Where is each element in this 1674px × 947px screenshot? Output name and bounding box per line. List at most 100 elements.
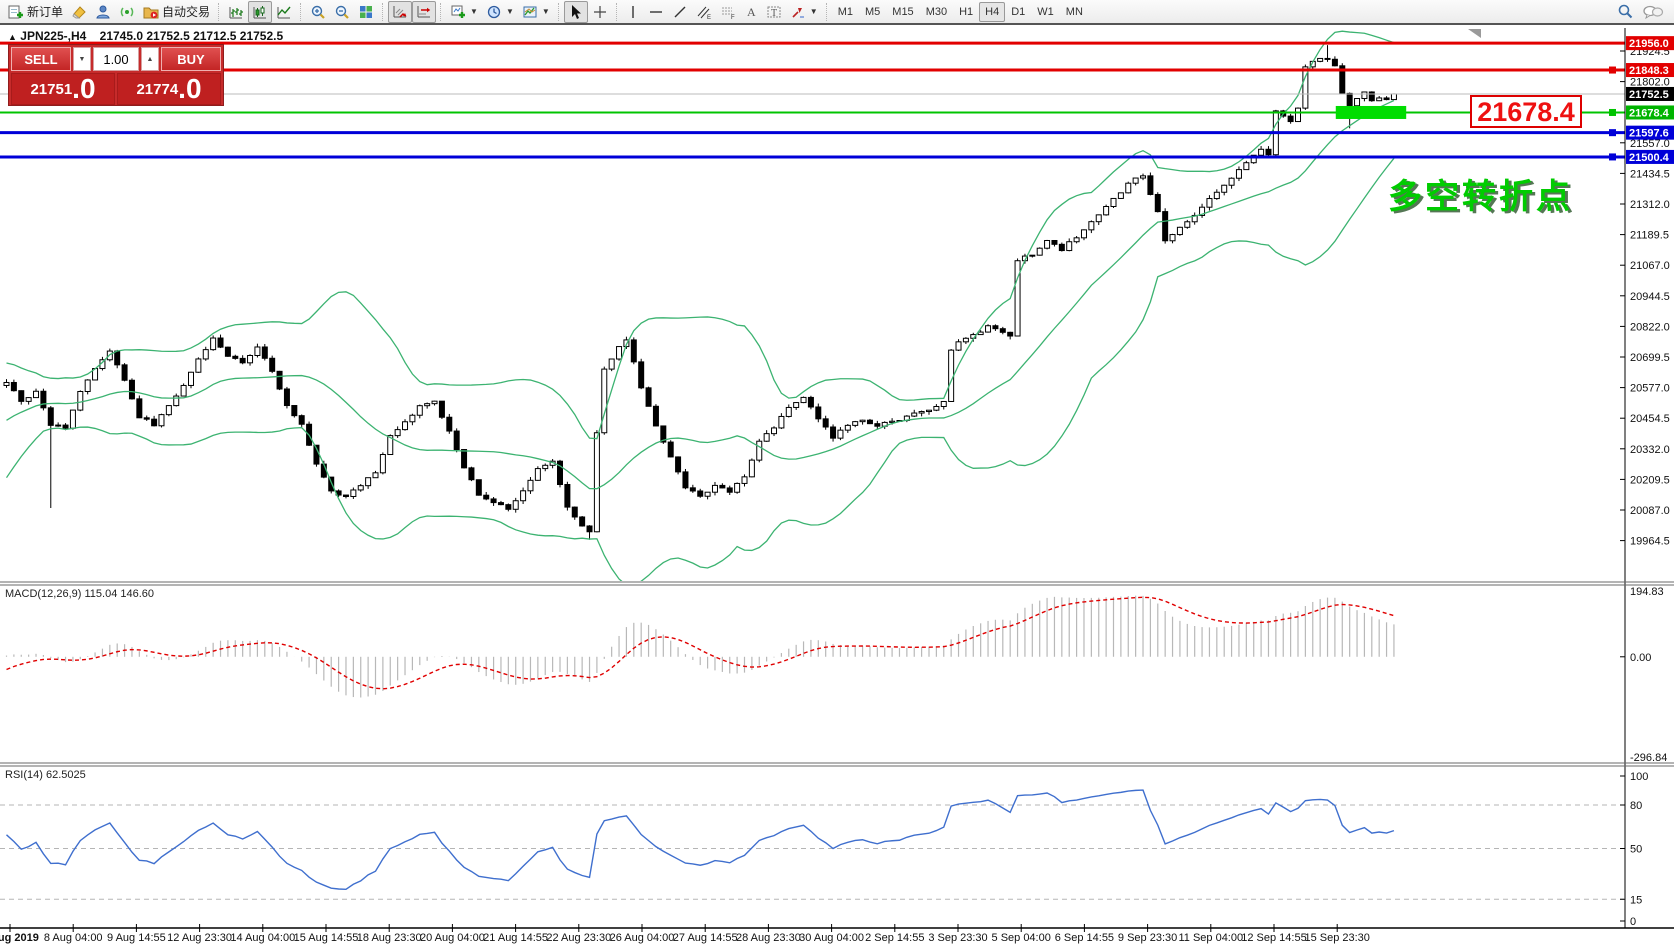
candlestick-button[interactable] xyxy=(248,0,273,23)
time-axis-label: 28 Aug 23:30 xyxy=(736,932,801,944)
toolbar-separator xyxy=(218,2,220,21)
volume-increase-button[interactable]: ▲ xyxy=(141,47,159,71)
timeframe-M1[interactable]: M1 xyxy=(832,2,859,22)
main-toolbar: 新订单 自动交易 ▼ ▼ ▼ E F A T ▼ M1 M5 M15 M30 H… xyxy=(0,0,1674,25)
channel-button[interactable]: E xyxy=(692,1,716,23)
price-tick-label: 20087.0 xyxy=(1630,505,1670,517)
rsi-axis-label: 0 xyxy=(1630,916,1636,928)
signal-button[interactable] xyxy=(115,1,139,23)
fibonacci-icon: F xyxy=(721,7,735,20)
time-axis-label: 6 Aug 2019 xyxy=(0,932,39,944)
price-level-badge: 21500.4 xyxy=(1629,152,1670,164)
tile-windows-button[interactable] xyxy=(354,1,378,23)
line-chart-button[interactable] xyxy=(272,1,296,23)
timeframe-M5[interactable]: M5 xyxy=(859,2,886,22)
buy-price-main: 21774 xyxy=(136,81,179,98)
time-axis-label: 8 Aug 04:00 xyxy=(44,932,103,944)
chat-icon[interactable] xyxy=(1642,4,1664,20)
turning-point-annotation: 多空转折点 xyxy=(1388,178,1573,216)
sell-price[interactable]: 21751 .0 xyxy=(11,73,115,105)
zoom-in-icon xyxy=(311,5,325,19)
macd-axis-label: 0.00 xyxy=(1630,652,1651,664)
autotrading-label: 自动交易 xyxy=(162,5,211,19)
text-icon: A xyxy=(747,5,756,19)
volume-input[interactable] xyxy=(93,47,139,71)
buy-price[interactable]: 21774 .0 xyxy=(117,73,221,105)
new-order-button[interactable]: 新订单 xyxy=(4,1,67,23)
text-label-button[interactable]: T xyxy=(762,1,786,23)
channel-icon: E xyxy=(697,6,711,20)
auto-scroll-icon xyxy=(393,5,407,18)
sell-button[interactable]: SELL xyxy=(11,47,71,71)
autotrading-button[interactable]: 自动交易 xyxy=(139,1,214,23)
fibonacci-button[interactable]: F xyxy=(716,1,740,23)
timeframe-H1[interactable]: H1 xyxy=(953,2,979,22)
trendline-icon xyxy=(674,6,686,17)
volume-decrease-button[interactable]: ▼ xyxy=(73,47,91,71)
macd-axis-label: -296.84 xyxy=(1630,752,1667,764)
price-tick-label: 20332.0 xyxy=(1630,444,1670,456)
rsi-label: RSI(14) 62.5025 xyxy=(5,769,86,781)
time-axis-label: 9 Aug 14:55 xyxy=(107,932,166,944)
price-tick-label: 20454.5 xyxy=(1630,413,1670,425)
buy-button[interactable]: BUY xyxy=(161,47,221,71)
chevron-down-icon: ▼ xyxy=(505,7,514,16)
arrows-button[interactable]: ▼ xyxy=(786,1,822,23)
time-axis-label: 3 Sep 23:30 xyxy=(928,932,987,944)
toolbar-right-icons xyxy=(1617,3,1670,20)
time-axis-label: 9 Sep 23:30 xyxy=(1118,932,1177,944)
cursor-button[interactable] xyxy=(563,0,588,23)
collapse-icon[interactable]: ▲ xyxy=(8,32,17,42)
new-chart-button[interactable]: ▼ xyxy=(446,1,482,23)
search-icon[interactable] xyxy=(1617,3,1634,20)
chevron-down-icon: ▼ xyxy=(470,7,478,16)
bar-chart-button[interactable] xyxy=(224,1,248,23)
timeframe-H4[interactable]: H4 xyxy=(979,1,1006,22)
price-chart-canvas[interactable]: 21924.521802.021557.021434.521312.021189… xyxy=(0,0,1674,947)
price-tick-label: 21067.0 xyxy=(1630,260,1670,272)
timeframe-MN[interactable]: MN xyxy=(1060,2,1089,22)
eraser-button[interactable] xyxy=(67,1,91,23)
horizontal-line-button[interactable] xyxy=(644,1,668,23)
template-icon xyxy=(523,6,537,17)
crosshair-button[interactable] xyxy=(588,1,612,23)
toolbar-separator xyxy=(382,2,384,21)
rsi-axis-label: 50 xyxy=(1630,844,1642,856)
text-button[interactable]: A xyxy=(740,1,762,23)
bar-chart-icon xyxy=(229,6,244,18)
ohlc-values: 21745.0 21752.5 21712.5 21752.5 xyxy=(99,29,284,43)
price-callout-label[interactable]: 21678.4 xyxy=(1470,95,1582,128)
trendline-button[interactable] xyxy=(668,1,692,23)
periods-button[interactable]: ▼ xyxy=(482,1,518,23)
toolbar-separator xyxy=(825,2,828,21)
timeframe-W1[interactable]: W1 xyxy=(1031,2,1060,22)
vertical-line-button[interactable] xyxy=(622,1,644,23)
time-axis-label: 26 Aug 04:00 xyxy=(610,932,675,944)
time-axis-label: 12 Sep 14:55 xyxy=(1241,932,1306,944)
time-axis-label: 18 Aug 23:30 xyxy=(357,932,422,944)
vertical-line-icon xyxy=(632,5,634,18)
price-level-badge: 21752.5 xyxy=(1629,89,1669,101)
price-tick-label: 20699.5 xyxy=(1630,352,1670,364)
time-axis-label: 15 Sep 23:30 xyxy=(1304,932,1369,944)
zoom-in-button[interactable] xyxy=(306,1,330,23)
timeframe-M15[interactable]: M15 xyxy=(886,2,919,22)
macd-name: MACD(12,26,9) xyxy=(5,588,82,600)
rsi-axis-label: 100 xyxy=(1630,771,1648,783)
timeframe-D1[interactable]: D1 xyxy=(1005,2,1031,22)
auto-scroll-button[interactable] xyxy=(388,0,413,23)
template-button[interactable]: ▼ xyxy=(518,1,554,23)
price-tick-label: 21312.0 xyxy=(1630,199,1670,211)
profile-button[interactable] xyxy=(91,1,115,23)
toolbar-separator xyxy=(300,2,302,21)
chart-shift-button[interactable] xyxy=(412,0,437,23)
timeframe-M30[interactable]: M30 xyxy=(920,2,953,22)
sell-price-main: 21751 xyxy=(30,81,73,98)
time-axis-label: 27 Aug 14:55 xyxy=(673,932,738,944)
time-axis-label: 2 Sep 14:55 xyxy=(865,932,924,944)
macd-axis-label: 194.83 xyxy=(1630,586,1664,598)
zoom-out-button[interactable] xyxy=(330,1,354,23)
price-tick-label: 21434.5 xyxy=(1630,168,1670,180)
time-axis-label: 12 Aug 23:30 xyxy=(167,932,232,944)
rsi-axis-label: 80 xyxy=(1630,800,1642,812)
